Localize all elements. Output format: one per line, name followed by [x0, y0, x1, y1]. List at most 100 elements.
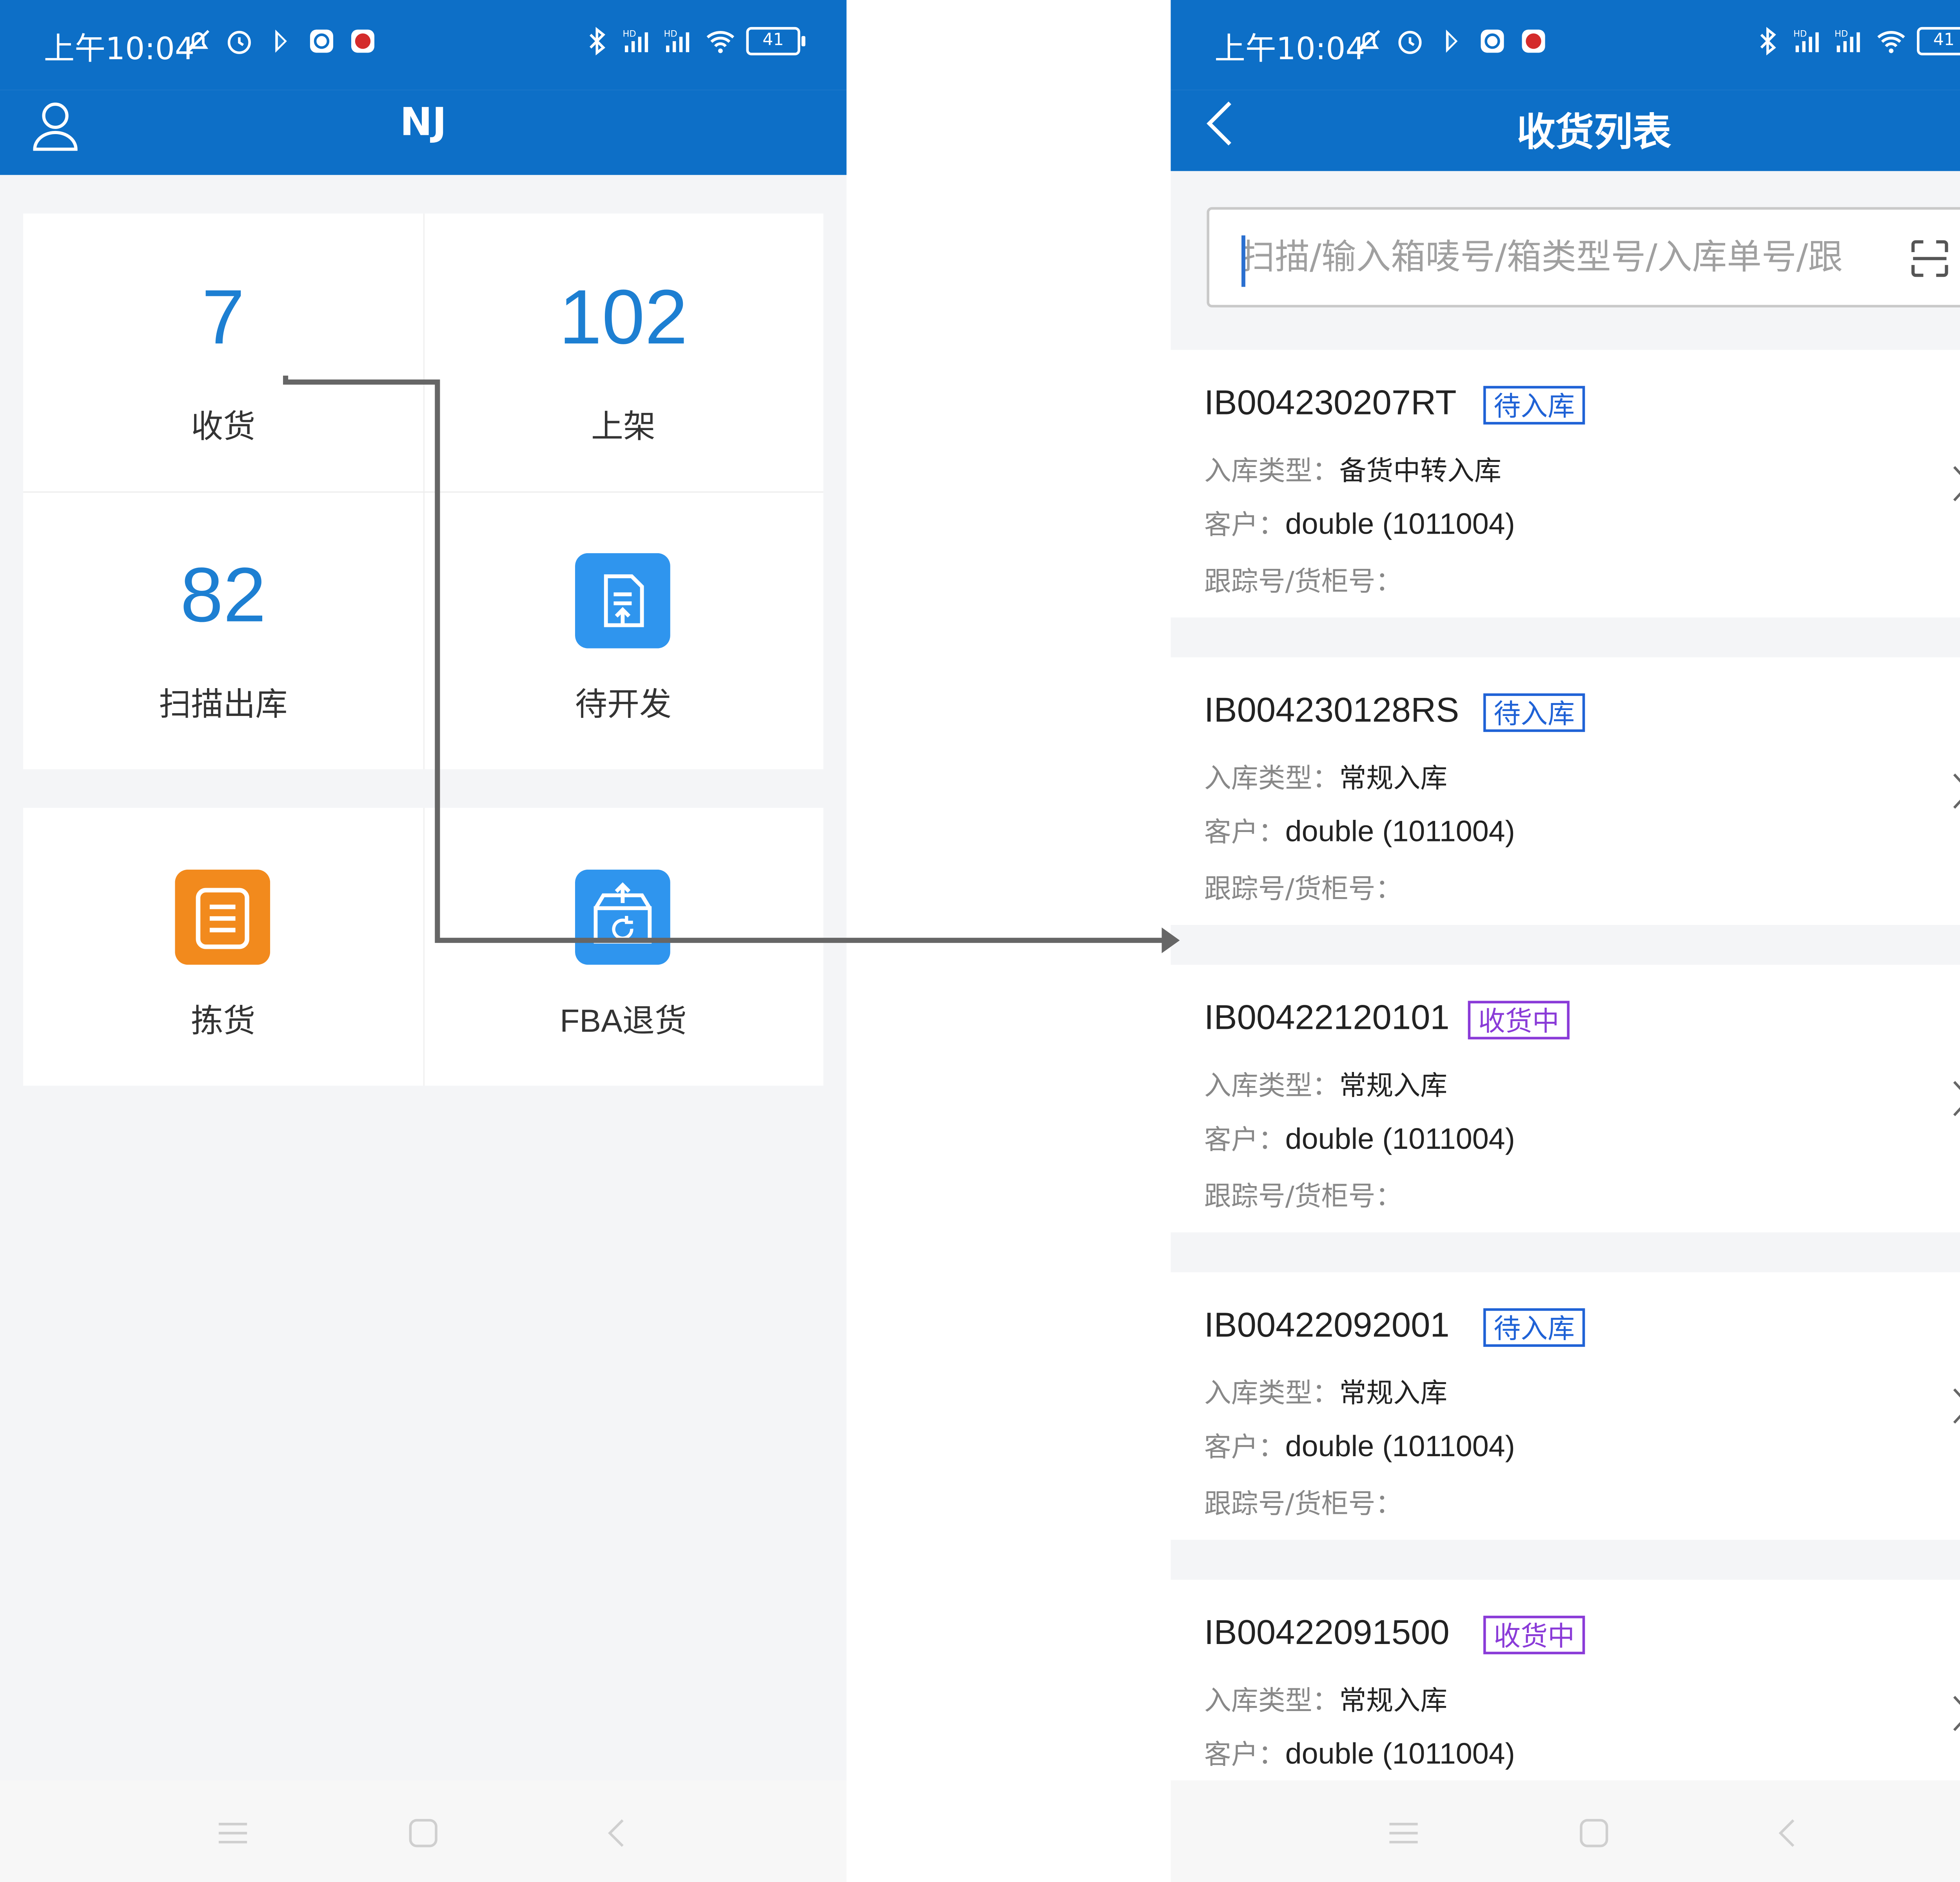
field-label: 跟踪号/货柜号： [1204, 1181, 1403, 1212]
field-label: 跟踪号/货柜号： [1204, 873, 1403, 905]
customer-value: double (1011004) [1285, 507, 1515, 540]
status-badge: 收货中 [1468, 1001, 1570, 1039]
putaway-count: 102 [559, 274, 688, 360]
home-navbar: NJ [0, 90, 847, 175]
status-badge: 收货中 [1483, 1615, 1585, 1655]
search-box[interactable] [1207, 207, 1960, 308]
signal-badge-hd: HD [622, 29, 636, 39]
chevron-right-icon [1953, 1388, 1960, 1424]
field-label: 入库类型： [1204, 763, 1339, 794]
scan-icon[interactable] [1909, 238, 1950, 279]
putaway-label: 上架 [591, 408, 656, 445]
system-nav-bar [1171, 1780, 1960, 1882]
receipt-list-item[interactable]: IB004230207RT 待入库 入库类型：备货中转入库 客户：double … [1171, 350, 1960, 618]
cell-signal-icon: HD [1793, 29, 1819, 53]
receipt-id: IB00422091500 [1204, 1613, 1450, 1652]
search-section [1171, 171, 1960, 349]
customer-row: 客户：double (1011004) [1204, 1427, 1515, 1465]
signal-badge-hd: HD [1793, 29, 1807, 39]
system-nav-bar [0, 1780, 847, 1882]
back-nav-icon[interactable] [599, 1817, 633, 1850]
status-time: 上午10:04 [44, 31, 195, 67]
mute-bell-icon [187, 30, 209, 53]
home-icon[interactable] [407, 1817, 440, 1850]
receipt-type-row: 入库类型：常规入库 [1204, 1065, 1447, 1104]
search-input[interactable] [1240, 209, 1909, 305]
tile-scan-outbound[interactable]: 82 扫描出库 [23, 491, 423, 769]
cell-signal-icon-2: HD [664, 29, 690, 53]
signal-badge-hd: HD [664, 29, 677, 39]
field-label: 客户： [1204, 817, 1285, 848]
status-badge: 待入库 [1483, 386, 1585, 425]
field-label: 入库类型： [1204, 1070, 1339, 1101]
status-bar: 上午10:04 HD HD 41 [1171, 0, 1960, 90]
field-label: 入库类型： [1204, 1685, 1339, 1716]
customer-row: 客户：double (1011004) [1204, 1119, 1515, 1157]
alarm-clock-icon [227, 31, 251, 54]
tracking-row: 跟踪号/货柜号： [1204, 561, 1403, 599]
receiving-count: 7 [201, 274, 245, 360]
page-title: NJ [400, 100, 447, 145]
receipt-type-row: 入库类型：常规入库 [1204, 1680, 1447, 1719]
receipt-type: 常规入库 [1339, 1070, 1448, 1101]
back-nav-icon[interactable] [1770, 1817, 1804, 1850]
bluetooth-icon [590, 27, 606, 56]
status-system-icons: HD HD 41 [581, 26, 806, 57]
box-return-icon [575, 869, 670, 965]
bluetooth-icon [1760, 27, 1776, 56]
scan-outbound-count: 82 [180, 552, 266, 638]
tile-picking[interactable]: 拣货 [23, 808, 423, 1086]
receipt-type: 常规入库 [1339, 1685, 1448, 1716]
customer-row: 客户：double (1011004) [1204, 812, 1515, 850]
wifi-icon [1877, 31, 1905, 53]
status-badge: 待入库 [1483, 1308, 1585, 1347]
menu-icon[interactable] [1387, 1817, 1420, 1850]
page-title: 收货列表 [1517, 111, 1671, 156]
receipt-list-item[interactable]: IB00422091500 收货中 入库类型：常规入库 客户：double (1… [1171, 1579, 1960, 1780]
tile-fba-return[interactable]: FBA退货 [423, 808, 824, 1086]
status-badge: 待入库 [1483, 693, 1585, 732]
tile-putaway[interactable]: 102 上架 [423, 214, 824, 492]
cell-signal-icon: HD [622, 29, 648, 53]
tracking-row: 跟踪号/货柜号： [1204, 1176, 1403, 1214]
tile-receiving[interactable]: 7 收货 [23, 214, 423, 492]
tile-pending-dev[interactable]: 待开发 [423, 491, 824, 769]
receipt-list-item[interactable]: IB00422092001 待入库 入库类型：常规入库 客户：double (1… [1171, 1272, 1960, 1540]
field-label: 入库类型： [1204, 1377, 1339, 1409]
list-navbar: 收货列表 [1171, 90, 1960, 171]
alarm-clock-icon [1398, 31, 1422, 54]
field-label: 客户： [1204, 1431, 1285, 1463]
customer-value: double (1011004) [1285, 1121, 1515, 1155]
chevron-right-icon [1953, 466, 1960, 501]
customer-value: double (1011004) [1285, 1737, 1515, 1770]
chevron-right-icon [1953, 1696, 1960, 1731]
status-time: 上午10:04 [1214, 31, 1365, 67]
home-icon[interactable] [1577, 1817, 1611, 1850]
menu-grid-top: 7 收货 102 上架 82 扫描出库 待开发 [23, 213, 824, 769]
receipt-id: IB00422120101 [1204, 998, 1450, 1037]
battery-level: 41 [1917, 27, 1960, 56]
signal-badge-hd: HD [1835, 29, 1848, 39]
field-label: 客户： [1204, 509, 1285, 540]
receipt-list-item[interactable]: IB004230128RS 待入库 入库类型：常规入库 客户：double (1… [1171, 657, 1960, 925]
pending-dev-label: 待开发 [575, 685, 672, 723]
field-label: 客户： [1204, 1124, 1285, 1155]
mute-bell-icon [1357, 30, 1380, 53]
chevron-right-icon [1953, 1081, 1960, 1116]
battery-level: 41 [746, 27, 806, 56]
customer-value: double (1011004) [1285, 1429, 1515, 1463]
menu-icon[interactable] [216, 1817, 249, 1850]
wifi-icon [706, 31, 735, 53]
scan-outbound-label: 扫描出库 [159, 685, 288, 723]
status-bar: 上午10:04 HD HD 41 [0, 0, 847, 90]
picking-label: 拣货 [191, 1002, 256, 1039]
status-notification-icons [183, 26, 378, 57]
app-notification-icon [1446, 29, 1458, 53]
app-notification-icon [275, 29, 287, 53]
receipt-id: IB004230207RT [1204, 383, 1457, 422]
receipt-list-item[interactable]: IB00422120101 收货中 入库类型：常规入库 客户：double (1… [1171, 965, 1960, 1233]
customer-row: 客户：double (1011004) [1204, 1734, 1515, 1773]
cell-signal-icon-2: HD [1835, 29, 1860, 53]
field-label: 入库类型： [1204, 455, 1339, 487]
receipt-id: IB00422092001 [1204, 1306, 1450, 1344]
